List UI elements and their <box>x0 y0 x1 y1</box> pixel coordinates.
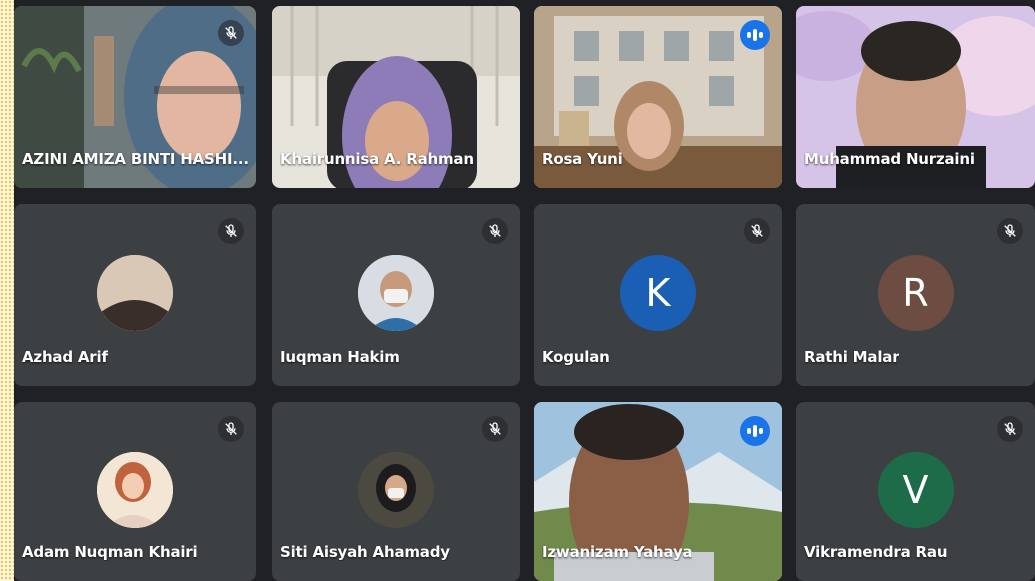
participant-tile[interactable]: Siti Aisyah Ahamady <box>272 402 520 581</box>
participant-name: Vikramendra Rau <box>804 543 948 561</box>
participant-name: Kogulan <box>542 348 610 366</box>
audio-level-icon <box>740 20 770 50</box>
avatar: R <box>877 255 954 331</box>
participant-name: Azhad Arif <box>22 348 108 366</box>
avatar <box>358 255 434 331</box>
participant-name: Rathi Malar <box>804 348 900 366</box>
participant-name: Khairunnisa A. Rahman <box>280 150 474 168</box>
mute-indicator <box>218 20 244 46</box>
participant-tile[interactable]: Khairunnisa A. Rahman <box>272 6 520 188</box>
participant-tile[interactable]: Azhad Arif <box>14 204 256 386</box>
mute-indicator <box>482 416 508 442</box>
mic-off-icon <box>489 422 501 435</box>
avatar: V <box>877 451 954 528</box>
mic-off-icon <box>751 224 763 237</box>
participant-name: Adam Nuqman Khairi <box>22 543 198 561</box>
mic-off-icon <box>489 224 501 237</box>
participant-tile[interactable]: AZINI AMIZA BINTI HASHI... <box>14 6 256 188</box>
mute-indicator <box>744 218 770 244</box>
mic-off-icon <box>225 26 237 39</box>
mute-indicator <box>997 416 1023 442</box>
participant-name: Rosa Yuni <box>542 150 623 168</box>
audio-level-icon <box>740 416 770 446</box>
mic-off-icon <box>1004 224 1016 237</box>
participant-tile[interactable]: K Kogulan <box>534 204 782 386</box>
participant-tile[interactable]: Adam Nuqman Khairi <box>14 402 256 581</box>
mic-off-icon <box>225 422 237 435</box>
mute-indicator <box>482 218 508 244</box>
participant-name: Siti Aisyah Ahamady <box>280 543 450 561</box>
participant-name: AZINI AMIZA BINTI HASHI... <box>22 150 249 168</box>
participant-name: Iuqman Hakim <box>280 348 400 366</box>
mute-indicator <box>218 416 244 442</box>
mic-off-icon <box>1004 422 1016 435</box>
avatar <box>97 255 173 331</box>
mute-indicator <box>997 218 1023 244</box>
mute-indicator <box>218 218 244 244</box>
avatar <box>97 451 173 528</box>
avatar <box>358 451 434 528</box>
participant-name: Muhammad Nurzaini <box>804 150 975 168</box>
participant-tile[interactable]: V Vikramendra Rau <box>796 402 1035 581</box>
mic-off-icon <box>225 224 237 237</box>
participant-tile[interactable]: Izwanizam Yahaya <box>534 402 782 581</box>
participant-tile[interactable]: Rosa Yuni <box>534 6 782 188</box>
participant-name: Izwanizam Yahaya <box>542 543 693 561</box>
participant-tile[interactable]: Muhammad Nurzaini <box>796 6 1035 188</box>
avatar: K <box>620 255 696 331</box>
meeting-grid: AZINI AMIZA BINTI HASHI... Khairunnisa A… <box>14 0 1035 581</box>
participant-tile[interactable]: R Rathi Malar <box>796 204 1035 386</box>
participant-tile[interactable]: Iuqman Hakim <box>272 204 520 386</box>
